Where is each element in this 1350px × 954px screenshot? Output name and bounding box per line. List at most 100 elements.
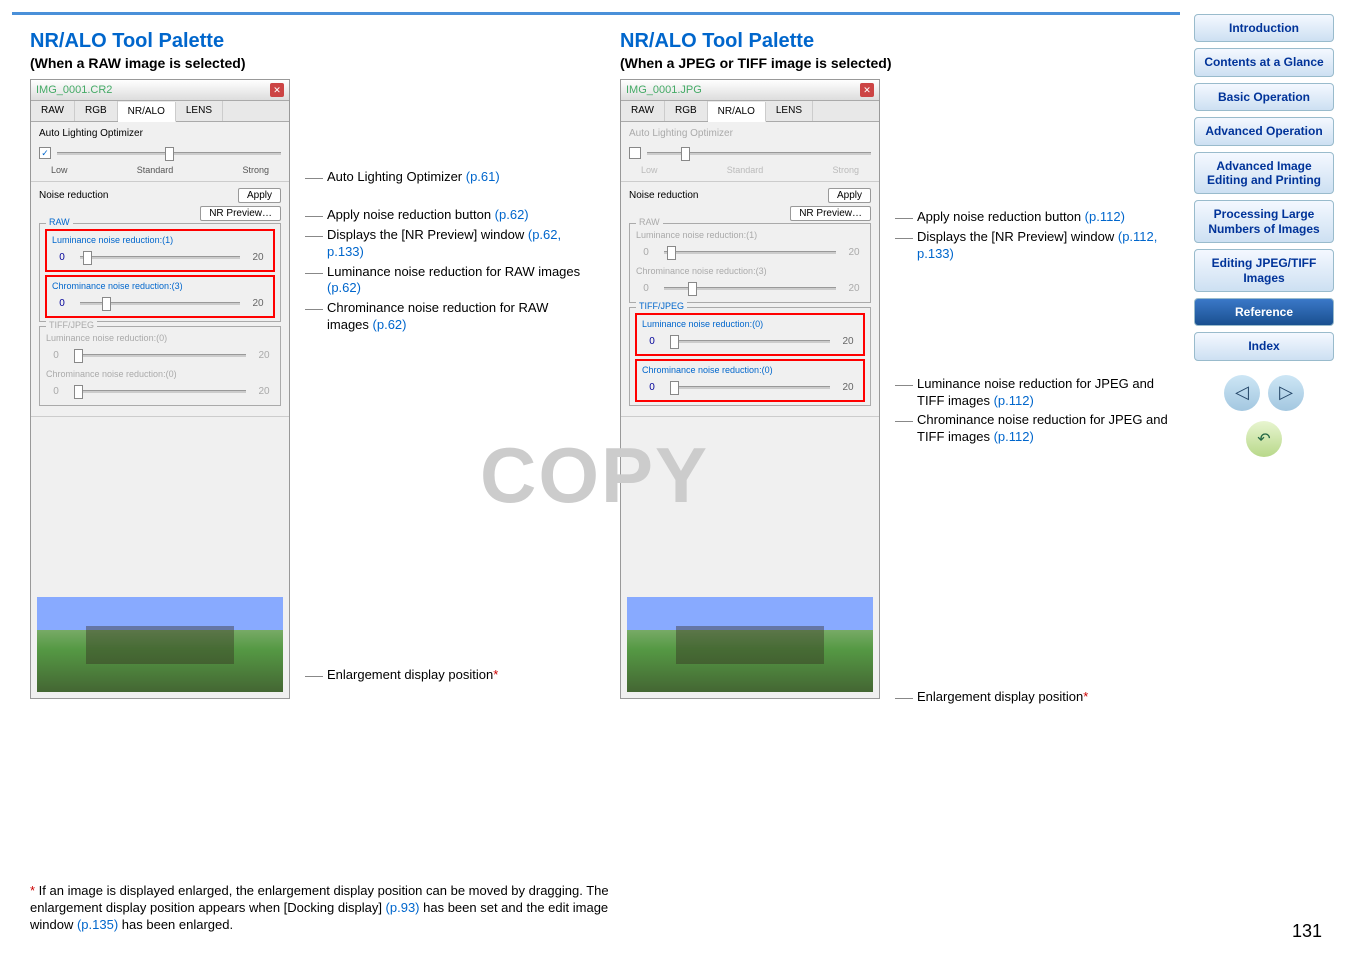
lum-label: Luminance noise reduction:(1) — [52, 235, 268, 245]
annot-chrom-link-r[interactable]: (p.112) — [994, 429, 1034, 444]
tlum-val-r: 0 — [642, 336, 662, 347]
annot-enlarge: Enlargement display position — [327, 667, 493, 682]
annot-apply-link[interactable]: (p.62) — [495, 207, 529, 222]
annot-lum-link[interactable]: (p.62) — [327, 280, 361, 295]
lum-label-r: Luminance noise reduction:(1) — [636, 230, 864, 240]
tlum-slider-r[interactable] — [670, 335, 679, 349]
nav-intro[interactable]: Introduction — [1194, 14, 1334, 42]
nav-reference[interactable]: Reference — [1194, 298, 1334, 326]
annot-lum-r: Luminance noise reduction for JPEG and T… — [917, 376, 1154, 408]
chrom-label-r: Chrominance noise reduction:(3) — [636, 266, 864, 276]
tabs: RAW RGB NR/ALO LENS — [31, 101, 289, 122]
alo-strong: Strong — [242, 165, 269, 175]
raw-group-label-r: RAW — [636, 217, 663, 227]
annot-alo: Auto Lighting Optimizer — [327, 169, 466, 184]
tlum-label-r: Luminance noise reduction:(0) — [642, 319, 858, 329]
chrom-max: 20 — [248, 298, 268, 309]
nav-adv-op[interactable]: Advanced Operation — [1194, 117, 1334, 145]
tab-rgb[interactable]: RGB — [75, 101, 118, 121]
alo-slider-r — [681, 147, 690, 161]
lum-max-r: 20 — [844, 247, 864, 258]
alo-slider[interactable] — [165, 147, 174, 161]
chrom-val-r: 0 — [636, 283, 656, 294]
annot-apply-r: Apply noise reduction button — [917, 209, 1085, 224]
tchrom-val: 0 — [46, 386, 66, 397]
right-heading: NR/ALO Tool Palette — [620, 30, 1180, 53]
apply-button-r[interactable]: Apply — [828, 188, 871, 203]
left-subheading: (When a RAW image is selected) — [30, 55, 590, 71]
alo-title-r: Auto Lighting Optimizer — [629, 128, 871, 139]
annot-chrom-r: Chrominance noise reduction for JPEG and… — [917, 412, 1168, 444]
tiff-group-label-r: TIFF/JPEG — [636, 301, 687, 311]
chrom-slider-r — [688, 282, 697, 296]
star-r: * — [1083, 689, 1088, 704]
tab-lens[interactable]: LENS — [766, 101, 813, 121]
nr-preview-button[interactable]: NR Preview… — [200, 206, 281, 221]
alo-low-r: Low — [641, 165, 658, 175]
chrom-slider[interactable] — [102, 297, 111, 311]
close-icon[interactable]: ✕ — [860, 83, 874, 97]
annot-nrprev-r: Displays the [NR Preview] window — [917, 229, 1118, 244]
tlum-slider — [74, 349, 83, 363]
tab-nralo[interactable]: NR/ALO — [118, 102, 176, 122]
annot-apply-link-r[interactable]: (p.112) — [1085, 209, 1125, 224]
annot-chrom: Chrominance noise reduction for RAW imag… — [327, 300, 548, 332]
nav-basic[interactable]: Basic Operation — [1194, 83, 1334, 111]
tchrom-max-r: 20 — [838, 382, 858, 393]
back-icon[interactable]: ↶ — [1246, 421, 1282, 457]
lum-val-r: 0 — [636, 247, 656, 258]
nav-adv-img[interactable]: Advanced Image Editing and Printing — [1194, 152, 1334, 195]
tchrom-slider-r[interactable] — [670, 381, 679, 395]
nr-preview-button-r[interactable]: NR Preview… — [790, 206, 871, 221]
footnote-l2[interactable]: (p.135) — [77, 917, 118, 932]
right-palette: IMG_0001.JPG ✕ RAW RGB NR/ALO LENS Auto … — [620, 79, 880, 699]
annot-lum-link-r[interactable]: (p.112) — [994, 393, 1034, 408]
alo-strong-r: Strong — [832, 165, 859, 175]
right-panel-title: IMG_0001.JPG — [626, 84, 702, 96]
nav-contents[interactable]: Contents at a Glance — [1194, 48, 1334, 76]
tab-nralo[interactable]: NR/ALO — [708, 102, 766, 122]
tchrom-label: Chrominance noise reduction:(0) — [46, 369, 274, 379]
nav-proc[interactable]: Processing Large Numbers of Images — [1194, 200, 1334, 243]
tchrom-val-r: 0 — [642, 382, 662, 393]
enlargement-thumb[interactable] — [37, 597, 283, 692]
tlum-label: Luminance noise reduction:(0) — [46, 333, 274, 343]
annot-apply: Apply noise reduction button — [327, 207, 495, 222]
left-heading: NR/ALO Tool Palette — [30, 30, 590, 53]
alo-checkbox[interactable]: ✓ — [39, 147, 51, 159]
footnote-l1[interactable]: (p.93) — [386, 900, 420, 915]
prev-page-icon[interactable]: ◁ — [1224, 375, 1260, 411]
lum-val: 0 — [52, 252, 72, 263]
nav-editing[interactable]: Editing JPEG/TIFF Images — [1194, 249, 1334, 292]
annot-lum: Luminance noise reduction for RAW images — [327, 264, 580, 279]
alo-title: Auto Lighting Optimizer — [39, 128, 281, 139]
raw-group-label: RAW — [46, 217, 73, 227]
lum-slider-r — [667, 246, 676, 260]
lum-max: 20 — [248, 252, 268, 263]
alo-std-r: Standard — [727, 165, 764, 175]
side-nav: Introduction Contents at a Glance Basic … — [1194, 14, 1334, 457]
nr-title-r: Noise reduction — [629, 190, 698, 201]
chrom-label: Chrominance noise reduction:(3) — [52, 281, 268, 291]
tab-rgb[interactable]: RGB — [665, 101, 708, 121]
tab-lens[interactable]: LENS — [176, 101, 223, 121]
tab-raw[interactable]: RAW — [31, 101, 75, 121]
annot-chrom-link[interactable]: (p.62) — [373, 317, 407, 332]
annot-alo-link[interactable]: (p.61) — [466, 169, 500, 184]
tlum-max-r: 20 — [838, 336, 858, 347]
tab-raw[interactable]: RAW — [621, 101, 665, 121]
next-page-icon[interactable]: ▷ — [1268, 375, 1304, 411]
close-icon[interactable]: ✕ — [270, 83, 284, 97]
star: * — [493, 667, 498, 682]
alo-checkbox-r — [629, 147, 641, 159]
alo-low: Low — [51, 165, 68, 175]
nr-title: Noise reduction — [39, 190, 108, 201]
apply-button[interactable]: Apply — [238, 188, 281, 203]
page-number: 131 — [1292, 921, 1322, 942]
lum-slider[interactable] — [83, 251, 92, 265]
enlargement-thumb-r[interactable] — [627, 597, 873, 692]
tchrom-label-r: Chrominance noise reduction:(0) — [642, 365, 858, 375]
nav-index[interactable]: Index — [1194, 332, 1334, 360]
tchrom-slider — [74, 385, 83, 399]
alo-std: Standard — [137, 165, 174, 175]
